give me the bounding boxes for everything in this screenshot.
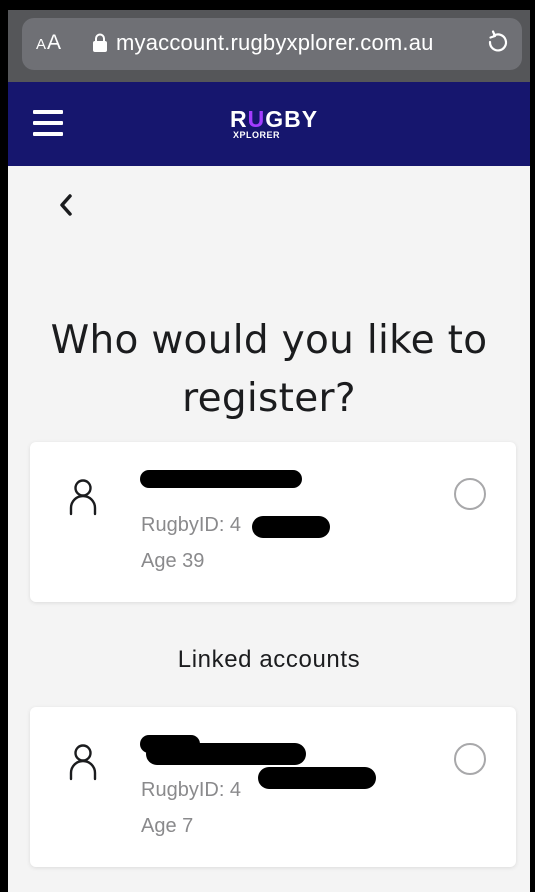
hamburger-menu-icon[interactable] [33, 110, 63, 136]
linked-accounts-heading: Linked accounts [177, 646, 361, 673]
account-name-redacted [140, 735, 310, 765]
page-title: Who would you like to register? [50, 318, 488, 422]
rugby-id-redaction [252, 516, 330, 538]
reader-text-size-button[interactable]: AA [36, 31, 62, 55]
rugby-id-text: RugbyID: 4 [141, 779, 242, 801]
browser-toolbar: AA myaccount.rugbyxplorer.com.au [8, 10, 530, 82]
lock-icon [93, 33, 107, 52]
rugby-id-text: RugbyID: 4 [141, 514, 242, 536]
select-radio[interactable] [454, 478, 486, 510]
person-icon [69, 744, 97, 781]
app-header: RUGBY XPLORER [8, 82, 530, 166]
person-icon [69, 479, 97, 516]
back-chevron-icon[interactable] [54, 190, 78, 220]
account-card-linked[interactable]: RugbyID: 4 Age 7 [30, 707, 516, 867]
account-name-redacted [140, 470, 310, 494]
rugby-id-redaction [258, 767, 376, 789]
rugby-xplorer-logo[interactable]: RUGBY XPLORER [230, 108, 318, 141]
address-field[interactable]: AA myaccount.rugbyxplorer.com.au [22, 18, 522, 70]
account-card-self[interactable]: RugbyID: 4 Age 39 [30, 442, 516, 602]
screen: AA myaccount.rugbyxplorer.com.au RUGBY X… [8, 10, 530, 892]
url-text: myaccount.rugbyxplorer.com.au [116, 30, 434, 55]
age-text: Age 39 [141, 550, 205, 572]
reload-icon[interactable] [484, 30, 510, 58]
select-radio[interactable] [454, 743, 486, 775]
age-text: Age 7 [141, 815, 194, 837]
